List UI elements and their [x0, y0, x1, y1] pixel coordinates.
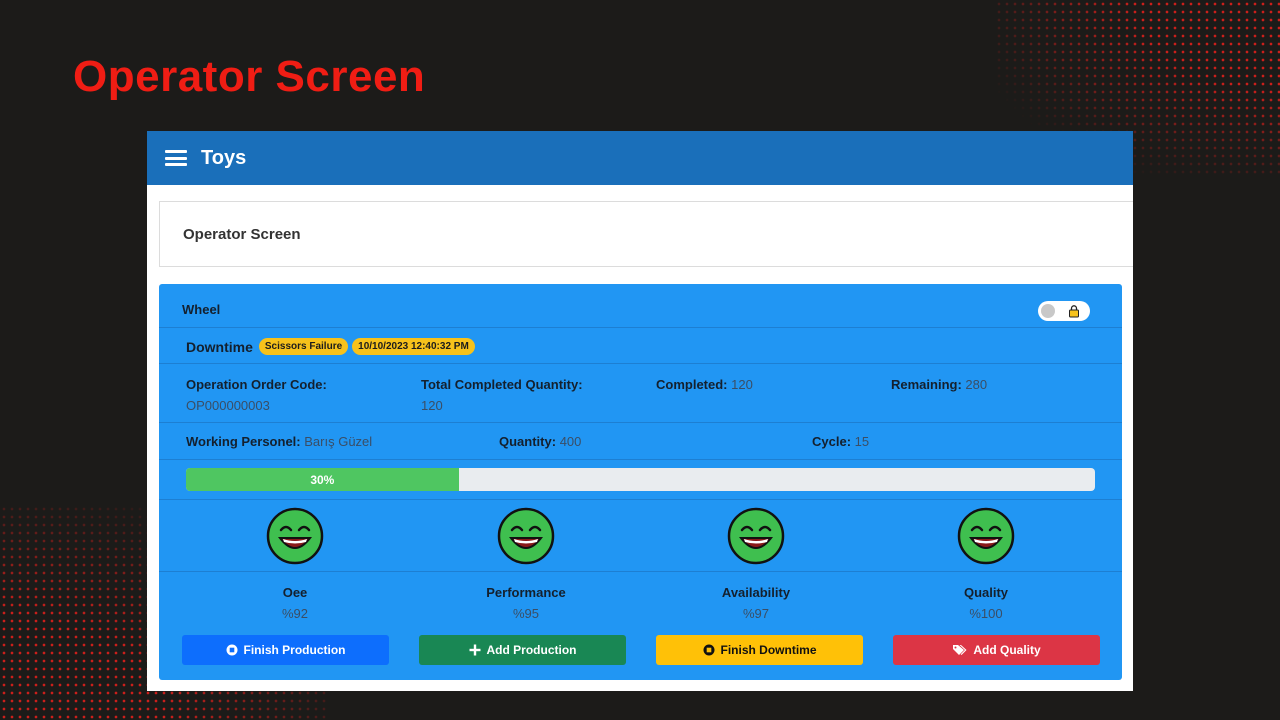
- working-personnel-field: Working Personel: Barış Güzel: [186, 431, 372, 452]
- total-completed-value: 120: [421, 398, 443, 413]
- stop-circle-icon: [703, 644, 714, 656]
- lock-toggle[interactable]: [1038, 301, 1090, 321]
- metric-performance: Performance %95: [411, 582, 641, 624]
- downtime-label: Downtime: [186, 338, 253, 355]
- finish-production-button[interactable]: Finish Production: [182, 635, 389, 665]
- smiley-face-icon: [727, 507, 785, 565]
- total-completed-field: Total Completed Quantity: 120: [421, 374, 583, 416]
- workstation-card: Wheel Downtime Scissors Failure 10/10/20…: [159, 284, 1122, 680]
- completed-field: Completed: 120: [656, 374, 753, 395]
- button-label: Finish Production: [243, 643, 346, 657]
- metric-icons-row: [159, 500, 1122, 572]
- quantity-label: Quantity:: [499, 434, 557, 449]
- smiley-face-icon: [266, 507, 324, 565]
- cycle-field: Cycle: 15: [812, 431, 869, 452]
- order-code-field: Operation Order Code: OP000000003: [186, 374, 327, 416]
- metric-value: %95: [512, 606, 540, 621]
- button-label: Add Production: [486, 643, 577, 657]
- remaining-field: Remaining: 280: [891, 374, 987, 395]
- page-title: Operator Screen: [159, 201, 1133, 267]
- completed-value: 120: [731, 377, 753, 392]
- metric-value: %92: [281, 606, 309, 621]
- downtime-reason-badge: Scissors Failure: [258, 338, 349, 355]
- progress-fill: 30%: [186, 468, 459, 491]
- button-label: Add Quality: [973, 643, 1041, 657]
- working-personnel-label: Working Personel:: [186, 434, 301, 449]
- downtime-timestamp-badge: 10/10/2023 12:40:32 PM: [352, 338, 475, 355]
- completed-label: Completed:: [656, 377, 728, 392]
- quantity-field: Quantity: 400: [499, 431, 581, 452]
- metric-quality: Quality %100: [871, 582, 1101, 624]
- order-code-label: Operation Order Code:: [186, 377, 327, 392]
- workstation-name: Wheel: [182, 302, 221, 317]
- app-window: Toys Operator Screen Wheel Downtime Scis…: [147, 131, 1133, 691]
- cycle-value: 15: [854, 434, 870, 449]
- smiley-face-icon: [497, 507, 555, 565]
- app-title: Toys: [201, 146, 247, 169]
- remaining-value: 280: [965, 377, 988, 392]
- metric-value: %97: [742, 606, 770, 621]
- metrics-actions-row: Oee %92 Performance %95 Availability %97…: [159, 572, 1122, 680]
- metric-name: Availability: [721, 585, 791, 600]
- navbar: Toys: [147, 131, 1133, 185]
- order-info-row: Operation Order Code: OP000000003 Total …: [159, 364, 1122, 423]
- add-quality-button[interactable]: Add Quality: [893, 635, 1100, 665]
- plus-icon: [469, 644, 480, 656]
- metric-value: %100: [969, 606, 1003, 621]
- metric-oee: Oee %92: [180, 582, 410, 624]
- production-progress-bar: 30%: [186, 468, 1095, 491]
- metric-availability: Availability %97: [641, 582, 871, 624]
- slide-title: Operator Screen: [73, 52, 426, 101]
- finish-downtime-button[interactable]: Finish Downtime: [656, 635, 863, 665]
- personnel-row: Working Personel: Barış Güzel Quantity: …: [159, 423, 1122, 460]
- card-header: Wheel: [159, 284, 1122, 328]
- remaining-label: Remaining:: [891, 377, 962, 392]
- metric-name: Oee: [282, 585, 308, 600]
- hamburger-menu-icon[interactable]: [165, 150, 187, 166]
- button-label: Finish Downtime: [720, 643, 817, 657]
- working-personnel-value: Barış Güzel: [304, 434, 373, 449]
- lock-icon: [1069, 305, 1079, 318]
- stop-circle-icon: [226, 644, 237, 656]
- smiley-face-icon: [957, 507, 1015, 565]
- tags-icon: [953, 645, 967, 655]
- add-production-button[interactable]: Add Production: [419, 635, 626, 665]
- metric-name: Performance: [486, 585, 566, 600]
- downtime-row: Downtime Scissors Failure 10/10/2023 12:…: [159, 328, 1122, 364]
- toggle-knob: [1041, 304, 1055, 318]
- quantity-value: 400: [559, 434, 582, 449]
- cycle-label: Cycle:: [812, 434, 852, 449]
- progress-row: 30%: [159, 460, 1122, 500]
- order-code-value: OP000000003: [186, 398, 270, 413]
- metric-name: Quality: [963, 585, 1009, 600]
- total-completed-label: Total Completed Quantity:: [421, 377, 583, 392]
